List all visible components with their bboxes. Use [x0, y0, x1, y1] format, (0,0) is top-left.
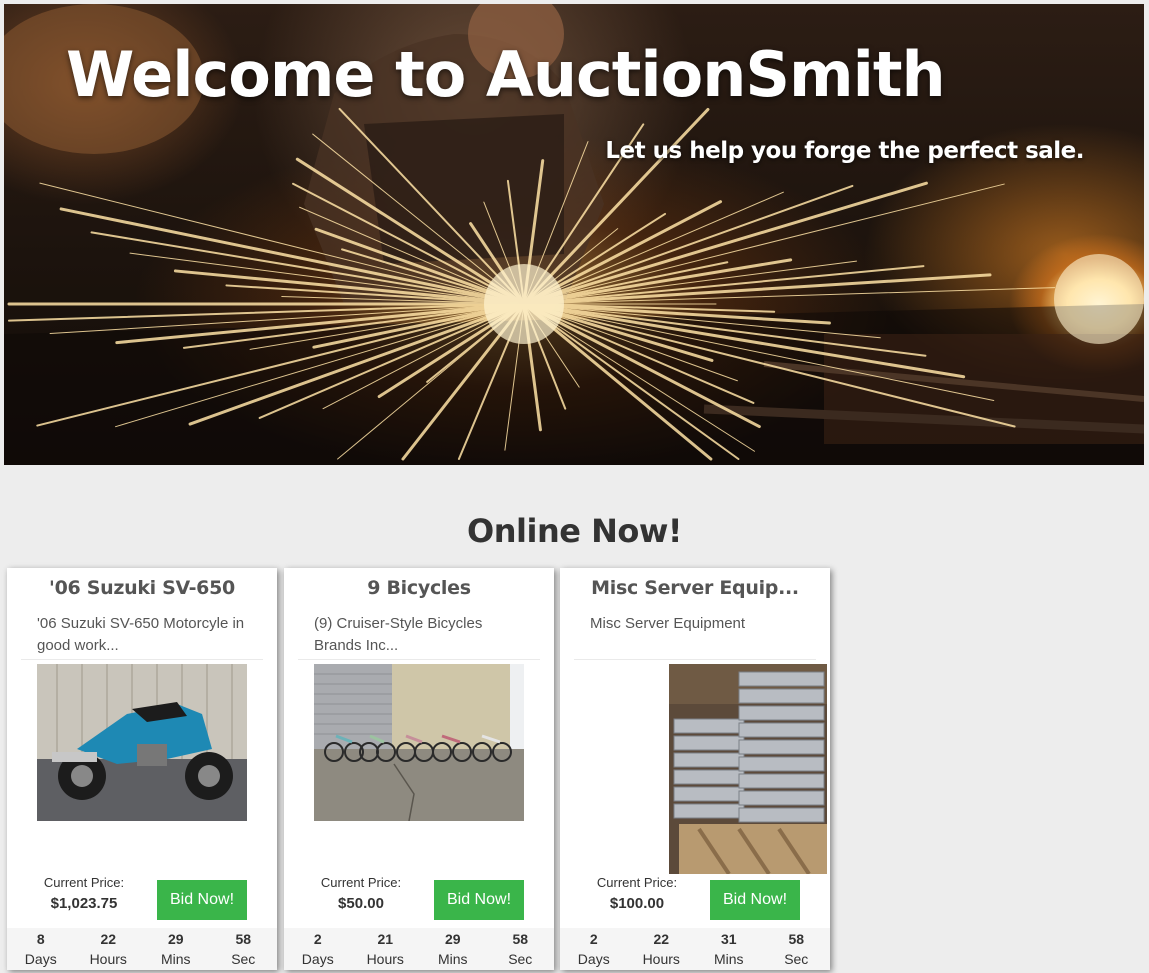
- timer-unit: Days: [24, 951, 57, 967]
- price-value: $50.00: [338, 895, 384, 912]
- hero-title: Welcome to AuctionSmith: [66, 38, 946, 111]
- hero-subtitle: Let us help you forge the perfect sale.: [605, 138, 1084, 164]
- timer-hours: 21 Hours: [352, 928, 420, 970]
- timer-unit: Mins: [437, 951, 468, 967]
- timer-value: 2: [589, 931, 598, 947]
- countdown-timer: 2 Days 22 Hours 31 Mins 58 Sec: [560, 928, 830, 970]
- timer-hours: 22 Hours: [75, 928, 143, 970]
- timer-value: 29: [167, 931, 184, 947]
- current-price: Current Price: $100.00: [582, 875, 692, 912]
- auction-description: (9) Cruiser-Style Bicycles Brands Inc...: [298, 610, 540, 660]
- timer-unit: Sec: [784, 951, 809, 967]
- price-value: $100.00: [609, 895, 665, 912]
- current-price: Current Price: $1,023.75: [29, 875, 139, 912]
- timer-days: 8 Days: [7, 928, 75, 970]
- timer-value: 2: [313, 931, 322, 947]
- auction-title[interactable]: 9 Bicycles: [284, 568, 554, 610]
- timer-unit: Sec: [231, 951, 256, 967]
- timer-secs: 58 Sec: [763, 928, 831, 970]
- timer-unit: Hours: [366, 951, 404, 967]
- timer-days: 2 Days: [560, 928, 628, 970]
- auction-title[interactable]: Misc Server Equip...: [560, 568, 830, 610]
- motorcycle-photo[interactable]: [37, 664, 247, 821]
- auction-card: 9 Bicycles (9) Cruiser-Style Bicycles Br…: [284, 568, 554, 970]
- timer-value: 21: [377, 931, 394, 947]
- timer-mins: 29 Mins: [142, 928, 210, 970]
- timer-value: 58: [512, 931, 529, 947]
- bid-now-button[interactable]: Bid Now!: [434, 880, 524, 920]
- timer-hours: 22 Hours: [628, 928, 696, 970]
- bid-now-button[interactable]: Bid Now!: [710, 880, 800, 920]
- auction-description: Misc Server Equipment: [574, 610, 816, 660]
- timer-unit: Sec: [508, 951, 533, 967]
- auction-card: '06 Suzuki SV-650 '06 Suzuki SV-650 Moto…: [7, 568, 277, 970]
- timer-unit: Mins: [160, 951, 191, 967]
- price-value: $1,023.75: [50, 895, 118, 912]
- hero-banner: Welcome to AuctionSmith Let us help you …: [4, 4, 1144, 465]
- timer-secs: 58 Sec: [210, 928, 278, 970]
- timer-value: 8: [36, 931, 45, 947]
- timer-unit: Hours: [89, 951, 127, 967]
- timer-unit: Hours: [642, 951, 680, 967]
- countdown-timer: 2 Days 21 Hours 29 Mins 58 Sec: [284, 928, 554, 970]
- timer-value: 58: [235, 931, 252, 947]
- price-label: Current Price:: [320, 875, 402, 890]
- bid-now-button[interactable]: Bid Now!: [157, 880, 247, 920]
- timer-secs: 58 Sec: [487, 928, 555, 970]
- timer-value: 29: [444, 931, 461, 947]
- timer-value: 22: [653, 931, 670, 947]
- current-price: Current Price: $50.00: [306, 875, 416, 912]
- countdown-timer: 8 Days 22 Hours 29 Mins 58 Sec: [7, 928, 277, 970]
- timer-unit: Days: [577, 951, 610, 967]
- auction-title[interactable]: '06 Suzuki SV-650: [7, 568, 277, 610]
- servers-photo[interactable]: [669, 664, 827, 874]
- timer-mins: 31 Mins: [695, 928, 763, 970]
- timer-unit: Days: [301, 951, 334, 967]
- bicycles-photo[interactable]: [314, 664, 524, 821]
- price-label: Current Price:: [43, 875, 125, 890]
- online-now-heading: Online Now!: [467, 512, 682, 550]
- price-label: Current Price:: [596, 875, 678, 890]
- timer-mins: 29 Mins: [419, 928, 487, 970]
- timer-value: 31: [720, 931, 737, 947]
- timer-value: 22: [100, 931, 117, 947]
- timer-value: 58: [788, 931, 805, 947]
- timer-unit: Mins: [713, 951, 744, 967]
- auction-description: '06 Suzuki SV-650 Motorcyle in good work…: [21, 610, 263, 660]
- timer-days: 2 Days: [284, 928, 352, 970]
- auction-card: Misc Server Equip... Misc Server Equipme…: [560, 568, 830, 970]
